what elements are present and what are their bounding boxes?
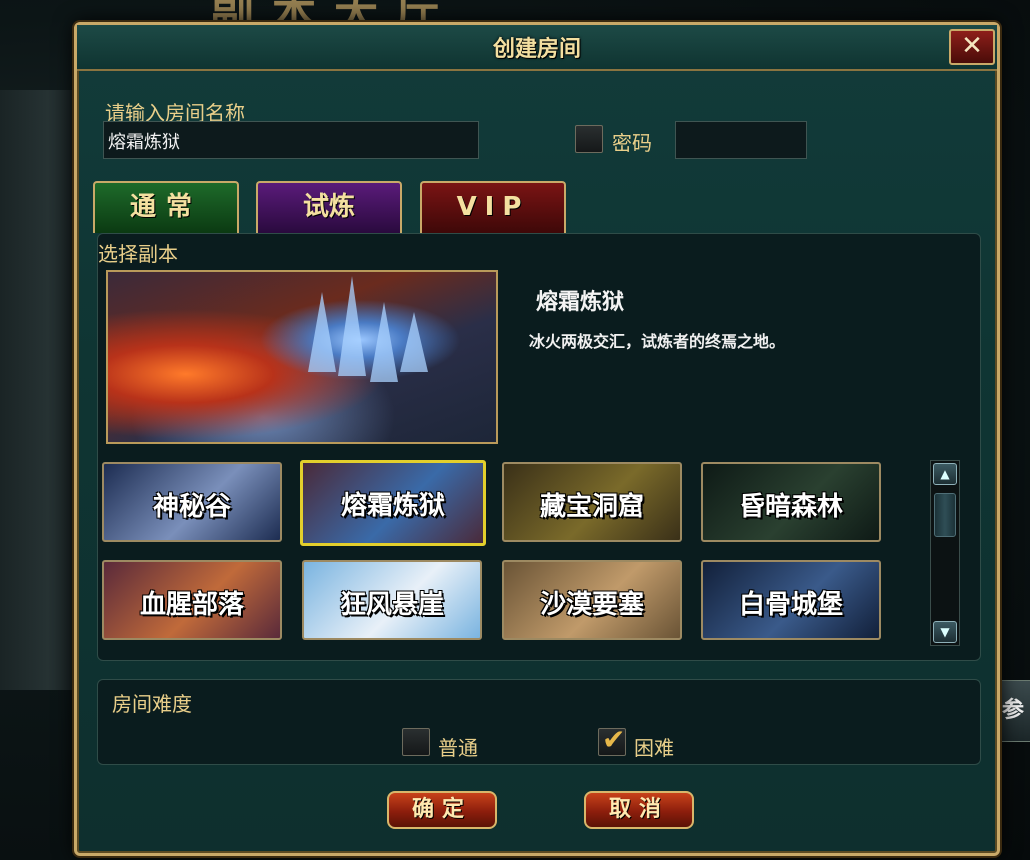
selected-dungeon-title: 熔霜炼狱 — [536, 290, 625, 315]
dungeon-card-bone-castle[interactable]: 白骨城堡 — [701, 560, 881, 640]
background-left-panel — [0, 90, 80, 690]
scroll-up-icon[interactable]: ▲ — [933, 463, 957, 485]
difficulty-label: 房间难度 — [112, 692, 192, 716]
room-name-input[interactable]: 熔霜炼狱 — [103, 121, 479, 159]
dungeon-card-mysterious-valley[interactable]: 神秘谷 — [102, 462, 282, 542]
dialog-title: 创建房间 — [492, 37, 581, 62]
dungeon-scrollbar[interactable]: ▲ ▼ — [930, 460, 960, 646]
cancel-button[interactable]: 取消 — [584, 791, 694, 829]
dungeon-card-dark-forest[interactable]: 昏暗森林 — [701, 462, 881, 542]
dungeon-select-panel: 选择副本 熔霜炼狱 冰火两极交汇，试炼者的终焉之地。 神秘谷 熔霜炼狱 藏宝洞窟… — [97, 233, 981, 661]
preview-ice-crystal — [400, 312, 428, 372]
dungeon-card-label: 神秘谷 — [152, 492, 231, 522]
confirm-button[interactable]: 确定 — [387, 791, 497, 829]
checkmark-icon: ✔ — [602, 723, 626, 756]
dungeon-card-label: 白骨城堡 — [738, 590, 843, 620]
difficulty-normal-checkbox[interactable] — [402, 728, 430, 756]
difficulty-panel: 房间难度 普通 ✔ 困难 — [97, 679, 981, 765]
dungeon-select-label: 选择副本 — [98, 242, 178, 266]
password-input[interactable] — [675, 121, 807, 159]
difficulty-hard-label: 困难 — [634, 736, 674, 760]
dungeon-preview-image — [106, 270, 498, 444]
dungeon-card-desert-fortress[interactable]: 沙漠要塞 — [502, 560, 682, 640]
dungeon-card-bloody-tribe[interactable]: 血腥部落 — [102, 560, 282, 640]
dungeon-card-label: 狂风悬崖 — [339, 590, 444, 620]
scroll-thumb[interactable] — [934, 493, 956, 537]
dungeon-card-label: 沙漠要塞 — [539, 590, 644, 620]
difficulty-hard-checkbox[interactable]: ✔ — [598, 723, 626, 756]
dungeon-card-label: 熔霜炼狱 — [340, 491, 445, 521]
password-checkbox[interactable] — [575, 125, 603, 153]
tab-vip[interactable]: VIP — [420, 181, 566, 233]
dungeon-card-treasure-cave[interactable]: 藏宝洞窟 — [502, 462, 682, 542]
tab-trial[interactable]: 试炼 — [256, 181, 402, 233]
dungeon-card-windy-cliff[interactable]: 狂风悬崖 — [302, 560, 482, 640]
dungeon-card-label: 血腥部落 — [139, 590, 244, 620]
difficulty-normal-label: 普通 — [438, 736, 478, 760]
dialog-title-bar[interactable]: 创建房间 ✕ — [77, 25, 997, 71]
password-label: 密码 — [612, 131, 652, 155]
tab-normal[interactable]: 通常 — [93, 181, 239, 233]
preview-ice-crystal — [338, 276, 366, 376]
selected-dungeon-description: 冰火两极交汇，试炼者的终焉之地。 — [529, 332, 786, 351]
preview-ice-crystal — [370, 302, 398, 382]
background-join-button: 参加 — [995, 680, 1030, 742]
preview-ice-crystal — [308, 292, 336, 372]
dungeon-card-label: 藏宝洞窟 — [539, 492, 644, 522]
create-room-dialog: 创建房间 ✕ 请输入房间名称 熔霜炼狱 密码 通常 试炼 VIP 选择副本 熔霜… — [74, 22, 1000, 856]
dungeon-card-label: 昏暗森林 — [738, 492, 843, 522]
scroll-down-icon[interactable]: ▼ — [933, 621, 957, 643]
dungeon-card-frost-inferno[interactable]: 熔霜炼狱 — [300, 460, 486, 546]
close-button[interactable]: ✕ — [949, 29, 995, 65]
